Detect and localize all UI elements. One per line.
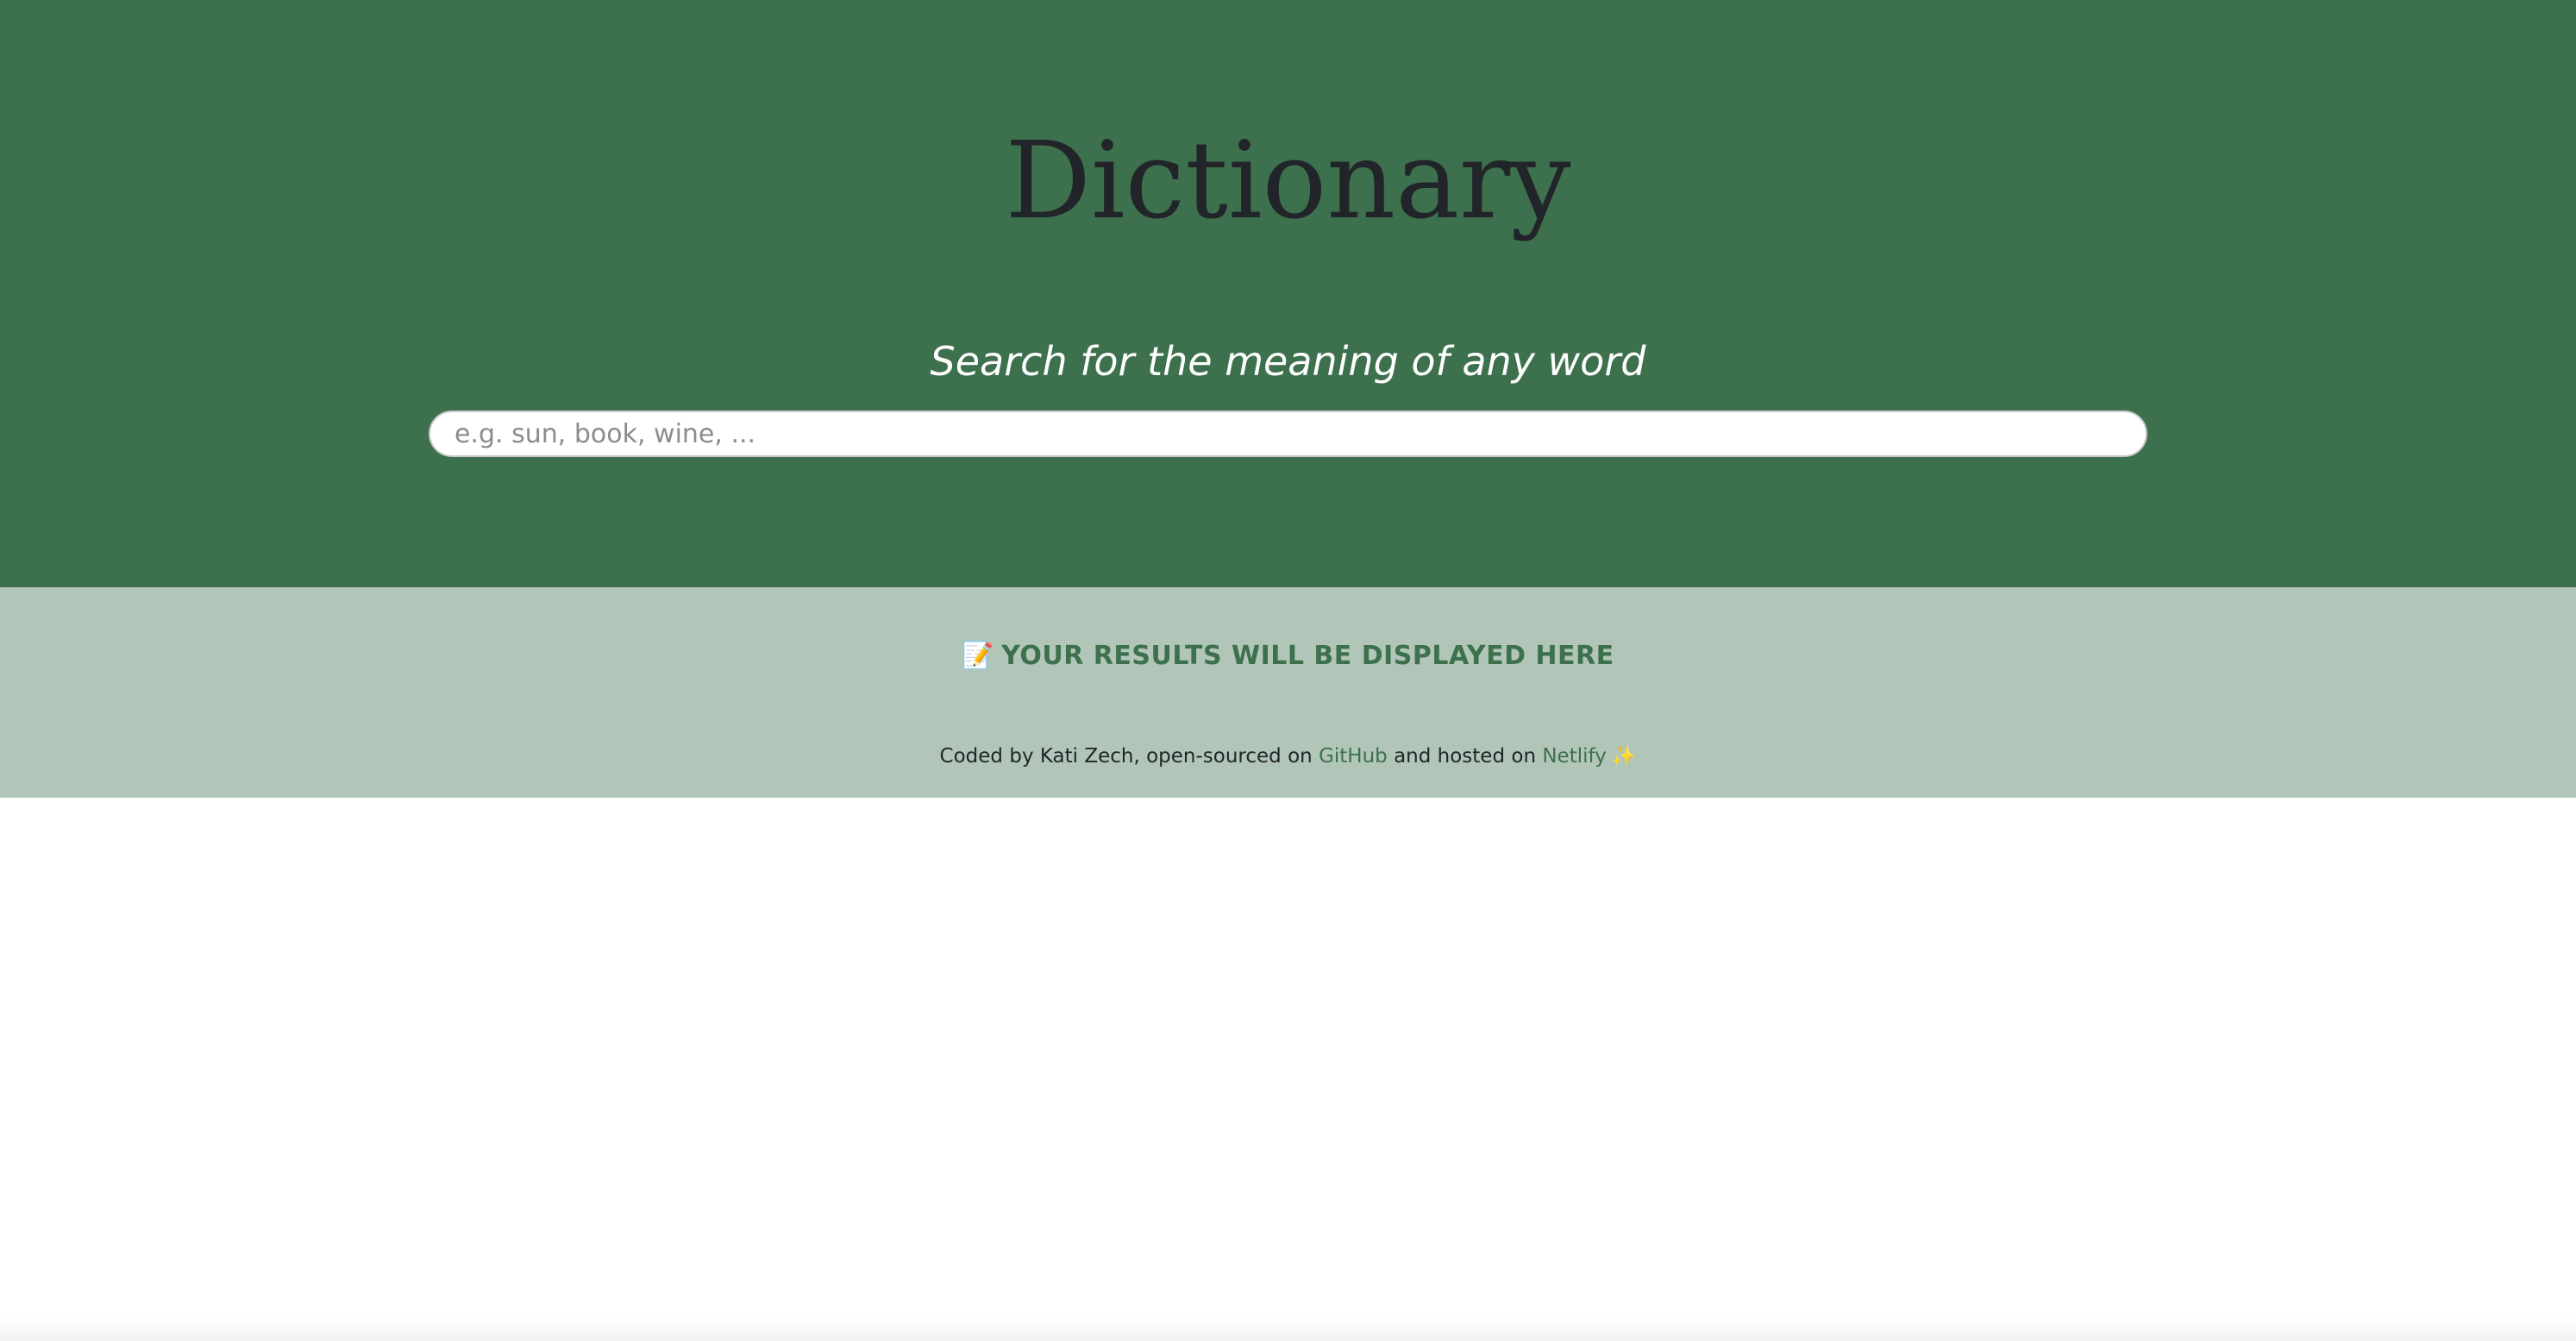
page-title: Dictionary: [1005, 119, 1571, 243]
results-placeholder: 📝 YOUR RESULTS WILL BE DISPLAYED HERE: [0, 630, 2576, 682]
netlify-link[interactable]: Netlify: [1542, 745, 1606, 768]
footer: Coded by Kati Zech, open-sourced on GitH…: [0, 739, 2576, 774]
search-input[interactable]: [429, 410, 2147, 457]
footer-text-credit: Coded by Kati Zech, open-sourced on: [939, 745, 1319, 768]
results-message: YOUR RESULTS WILL BE DISPLAYED HERE: [1001, 641, 1614, 671]
results-section: 📝 YOUR RESULTS WILL BE DISPLAYED HERE Cod…: [0, 587, 2576, 798]
memo-icon: 📝: [962, 641, 995, 671]
sparkles-icon: ✨: [1611, 745, 1637, 768]
header-section: Dictionary Search for the meaning of any…: [0, 0, 2576, 587]
footer-text-hosted: and hosted on: [1387, 745, 1543, 768]
search-prompt: Search for the meaning of any word: [930, 338, 1646, 385]
github-link[interactable]: GitHub: [1319, 745, 1388, 768]
window-bottom-edge: [0, 1315, 2576, 1341]
